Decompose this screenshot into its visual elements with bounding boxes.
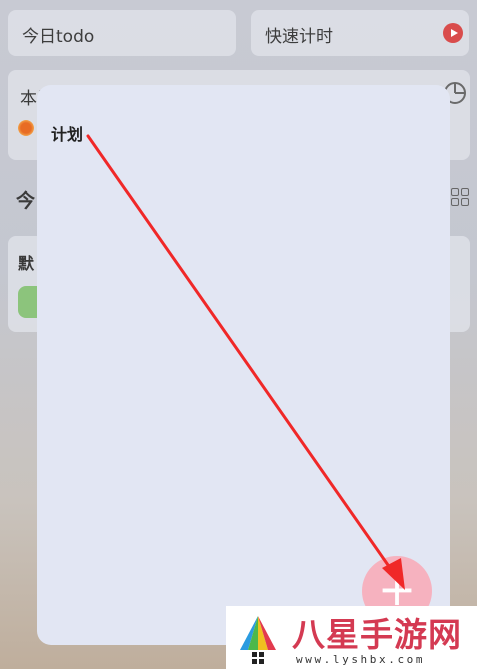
default-list-label: 默 (18, 254, 35, 273)
quick-timer-label: 快速计时 (265, 27, 333, 47)
quick-timer-card[interactable]: 快速计时 (251, 10, 469, 56)
watermark-banner: 八星手游网 www.lyshbx.com (226, 606, 477, 669)
watermark-title: 八星手游网 (292, 615, 462, 654)
watermark-logo-icon (234, 614, 282, 664)
todo-card-label: 今日todo (22, 27, 95, 47)
today-section-title: 今 (16, 190, 36, 212)
play-icon[interactable] (443, 23, 463, 43)
grid-view-icon[interactable] (451, 188, 470, 207)
plan-modal-title: 计划 (51, 125, 84, 144)
sun-icon (18, 120, 34, 136)
todo-card[interactable]: 今日todo (8, 10, 236, 56)
watermark-url: www.lyshbx.com (296, 653, 426, 666)
